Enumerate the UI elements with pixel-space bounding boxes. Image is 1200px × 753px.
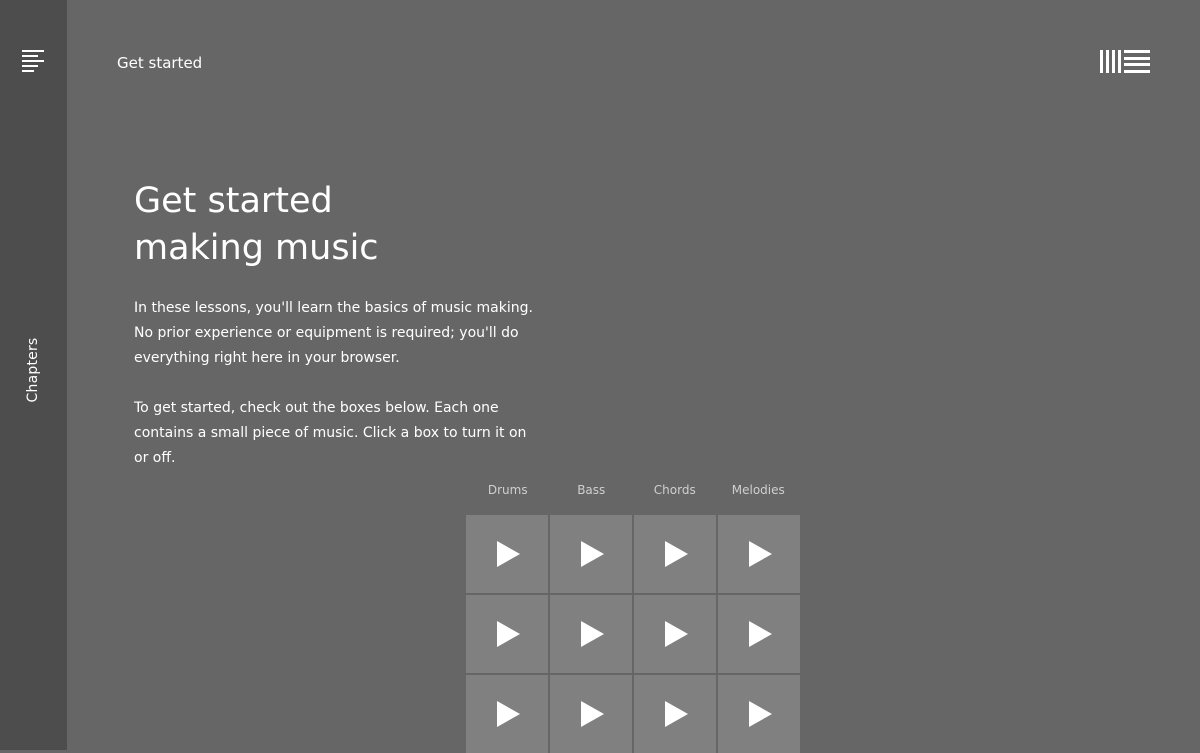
- main-content: Get started Get started making music In …: [67, 0, 1200, 753]
- ableton-logo-icon[interactable]: [1100, 50, 1152, 74]
- music-box-drums-2[interactable]: [466, 595, 548, 673]
- music-box-bass-3[interactable]: [550, 675, 632, 753]
- instructions-paragraph: To get started, check out the boxes belo…: [134, 400, 527, 466]
- header-title-link[interactable]: Get started: [117, 54, 202, 72]
- music-box-chords-2[interactable]: [634, 595, 716, 673]
- music-box-grid: Drums Bass Chords Melodies: [466, 483, 800, 753]
- column-header-bass: Bass: [577, 483, 606, 497]
- play-icon: [665, 541, 688, 567]
- play-icon: [665, 701, 688, 727]
- play-icon: [497, 621, 520, 647]
- page-title-line-2: making music: [134, 228, 379, 268]
- music-box-bass-2[interactable]: [550, 595, 632, 673]
- music-box-melodies-1[interactable]: [718, 515, 800, 593]
- music-boxes: [466, 515, 800, 753]
- grid-column-headers: Drums Bass Chords Melodies: [466, 483, 800, 515]
- intro-paragraph: In these lessons, you'll learn the basic…: [134, 300, 533, 366]
- column-header-drums: Drums: [487, 483, 528, 497]
- play-icon: [665, 621, 688, 647]
- music-box-chords-1[interactable]: [634, 515, 716, 593]
- play-icon: [749, 701, 772, 727]
- play-icon: [749, 541, 772, 567]
- page-title: Get started making music: [134, 178, 634, 272]
- column-header-chords: Chords: [653, 483, 696, 497]
- music-box-drums-1[interactable]: [466, 515, 548, 593]
- play-icon: [497, 701, 520, 727]
- page-title-line-1: Get started: [134, 181, 333, 221]
- music-box-drums-3[interactable]: [466, 675, 548, 753]
- play-icon: [581, 541, 604, 567]
- music-box-chords-3[interactable]: [634, 675, 716, 753]
- play-icon: [581, 621, 604, 647]
- music-box-bass-1[interactable]: [550, 515, 632, 593]
- play-icon: [497, 541, 520, 567]
- column-header-melodies: Melodies: [731, 483, 785, 497]
- music-box-melodies-3[interactable]: [718, 675, 800, 753]
- chapters-sidebar: Chapters: [0, 0, 67, 750]
- menu-lines-icon[interactable]: [22, 50, 46, 74]
- chapters-toggle[interactable]: Chapters: [25, 338, 41, 403]
- music-box-melodies-2[interactable]: [718, 595, 800, 673]
- play-icon: [749, 621, 772, 647]
- play-icon: [581, 701, 604, 727]
